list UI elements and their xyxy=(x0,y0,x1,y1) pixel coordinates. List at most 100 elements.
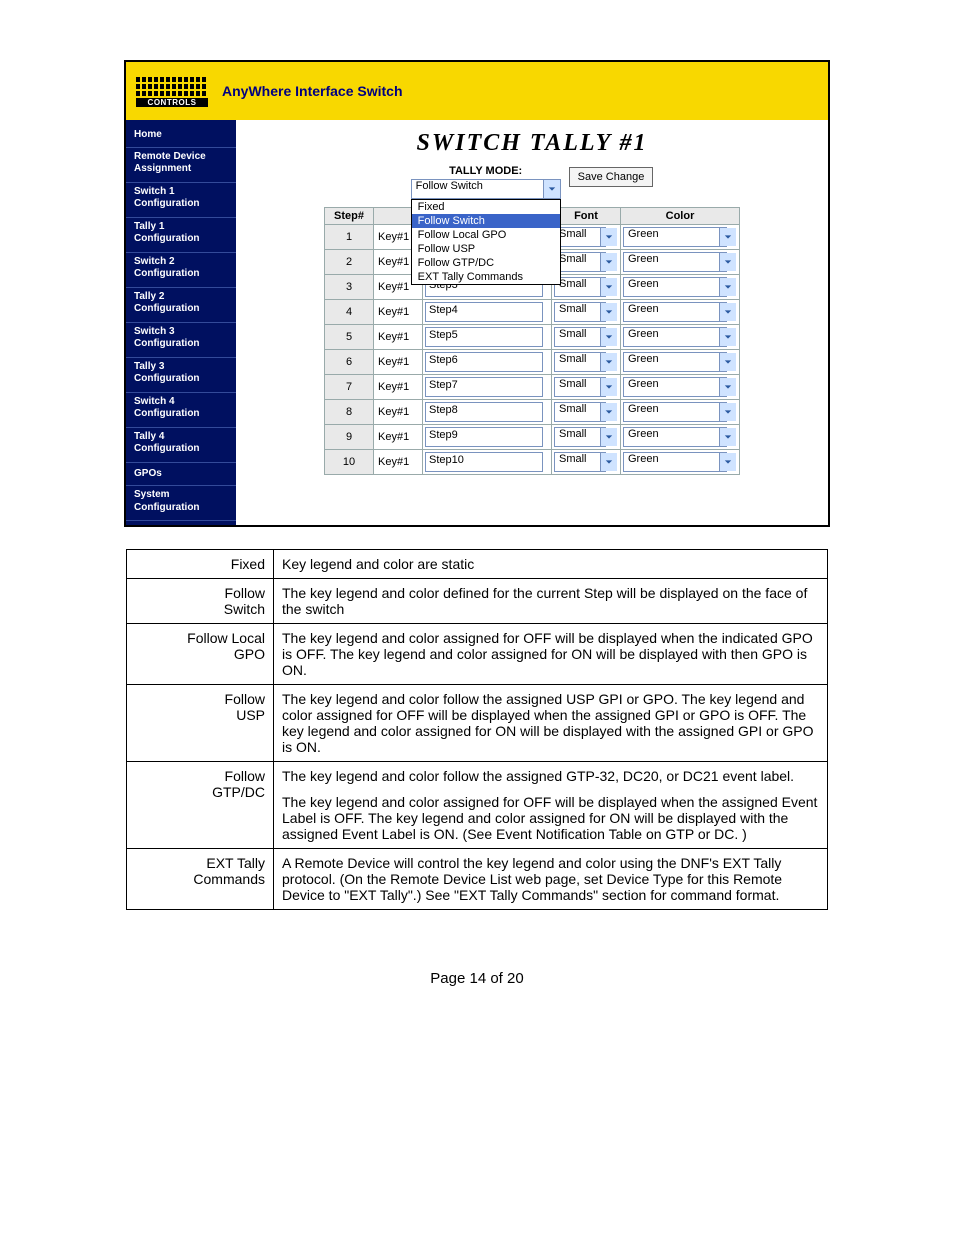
dropdown-option[interactable]: Follow GTP/DC xyxy=(412,256,560,270)
save-change-button[interactable]: Save Change xyxy=(569,167,654,187)
color-select[interactable]: Green xyxy=(623,302,737,322)
step-number: 1 xyxy=(325,225,374,250)
sidebar-item-gpos[interactable]: GPOs xyxy=(126,463,236,487)
table-row: 7Key#1Step7SmallGreen xyxy=(325,375,740,400)
chevron-down-icon[interactable] xyxy=(543,180,560,198)
color-select[interactable]: Green xyxy=(623,377,737,397)
chevron-down-icon[interactable] xyxy=(600,278,617,296)
chevron-down-icon[interactable] xyxy=(719,253,736,271)
tally-mode-label: TALLY MODE: xyxy=(449,165,522,177)
sidebar-item-system[interactable]: System Configuration xyxy=(126,486,236,521)
chevron-down-icon[interactable] xyxy=(719,453,736,471)
desc-row: Follow LocalGPOThe key legend and color … xyxy=(127,624,828,685)
dropdown-option[interactable]: EXT Tally Commands xyxy=(412,270,560,284)
desc-text: The key legend and color defined for the… xyxy=(274,579,828,624)
desc-text: A Remote Device will control the key leg… xyxy=(274,849,828,910)
dropdown-option[interactable]: Follow Switch xyxy=(412,214,560,228)
legend-input[interactable]: Step9 xyxy=(425,427,543,447)
key-label: Key#1 xyxy=(374,450,423,475)
chevron-down-icon[interactable] xyxy=(600,428,617,446)
mode-description-table: FixedKey legend and color are staticFoll… xyxy=(126,549,828,910)
sidebar-item-tally3[interactable]: Tally 3 Configuration xyxy=(126,358,236,393)
color-select[interactable]: Green xyxy=(623,352,737,372)
chevron-down-icon[interactable] xyxy=(600,453,617,471)
step-number: 2 xyxy=(325,250,374,275)
font-select[interactable]: Small xyxy=(554,327,618,347)
legend-input[interactable]: Step8 xyxy=(425,402,543,422)
chevron-down-icon[interactable] xyxy=(600,228,617,246)
chevron-down-icon[interactable] xyxy=(719,353,736,371)
desc-row: FixedKey legend and color are static xyxy=(127,550,828,579)
chevron-down-icon[interactable] xyxy=(719,278,736,296)
font-select[interactable]: Small xyxy=(554,252,618,272)
font-select[interactable]: Small xyxy=(554,377,618,397)
chevron-down-icon[interactable] xyxy=(600,378,617,396)
key-label: Key#1 xyxy=(374,325,423,350)
sidebar-item-tally4[interactable]: Tally 4 Configuration xyxy=(126,428,236,463)
step-number: 4 xyxy=(325,300,374,325)
desc-term: Follow LocalGPO xyxy=(127,624,274,685)
color-select[interactable]: Green xyxy=(623,402,737,422)
col-font: Font xyxy=(552,208,621,225)
color-select[interactable]: Green xyxy=(623,277,737,297)
chevron-down-icon[interactable] xyxy=(600,328,617,346)
sidebar: Home Remote Device Assignment Switch 1 C… xyxy=(126,120,236,525)
dropdown-option[interactable]: Follow USP xyxy=(412,242,560,256)
sidebar-item-home[interactable]: Home xyxy=(126,124,236,148)
sidebar-item-tally2[interactable]: Tally 2 Configuration xyxy=(126,288,236,323)
font-select[interactable]: Small xyxy=(554,427,618,447)
key-label: Key#1 xyxy=(374,400,423,425)
step-number: 7 xyxy=(325,375,374,400)
chevron-down-icon[interactable] xyxy=(600,253,617,271)
dropdown-option[interactable]: Follow Local GPO xyxy=(412,228,560,242)
chevron-down-icon[interactable] xyxy=(719,303,736,321)
desc-term: FollowSwitch xyxy=(127,579,274,624)
color-select[interactable]: Green xyxy=(623,252,737,272)
legend-input[interactable]: Step6 xyxy=(425,352,543,372)
legend-input[interactable]: Step10 xyxy=(425,452,543,472)
sidebar-item-switch4[interactable]: Switch 4 Configuration xyxy=(126,393,236,428)
legend-input[interactable]: Step5 xyxy=(425,327,543,347)
chevron-down-icon[interactable] xyxy=(600,353,617,371)
step-number: 9 xyxy=(325,425,374,450)
font-select[interactable]: Small xyxy=(554,452,618,472)
chevron-down-icon[interactable] xyxy=(719,228,736,246)
legend-input[interactable]: Step7 xyxy=(425,377,543,397)
tally-mode-select[interactable]: Follow Switch Fixed Follow Switch Follow… xyxy=(411,179,561,199)
color-select[interactable]: Green xyxy=(623,427,737,447)
chevron-down-icon[interactable] xyxy=(719,378,736,396)
font-select[interactable]: Small xyxy=(554,227,618,247)
sidebar-item-remote-device[interactable]: Remote Device Assignment xyxy=(126,148,236,183)
chevron-down-icon[interactable] xyxy=(719,403,736,421)
font-select[interactable]: Small xyxy=(554,402,618,422)
color-select[interactable]: Green xyxy=(623,227,737,247)
desc-term: EXT TallyCommands xyxy=(127,849,274,910)
logo: CONTROLS xyxy=(136,73,208,109)
table-row: 5Key#1Step5SmallGreen xyxy=(325,325,740,350)
color-select[interactable]: Green xyxy=(623,452,737,472)
font-select[interactable]: Small xyxy=(554,302,618,322)
chevron-down-icon[interactable] xyxy=(600,403,617,421)
desc-row: FollowGTP/DCThe key legend and color fol… xyxy=(127,762,828,849)
key-label: Key#1 xyxy=(374,350,423,375)
font-select[interactable]: Small xyxy=(554,352,618,372)
chevron-down-icon[interactable] xyxy=(600,303,617,321)
sidebar-item-switch3[interactable]: Switch 3 Configuration xyxy=(126,323,236,358)
color-select[interactable]: Green xyxy=(623,327,737,347)
sidebar-item-switch1[interactable]: Switch 1 Configuration xyxy=(126,183,236,218)
tally-mode-value: Follow Switch xyxy=(411,179,561,199)
tally-mode-dropdown[interactable]: Fixed Follow Switch Follow Local GPO Fol… xyxy=(411,199,561,285)
font-select[interactable]: Small xyxy=(554,277,618,297)
sidebar-item-tally1[interactable]: Tally 1 Configuration xyxy=(126,218,236,253)
dropdown-option[interactable]: Fixed xyxy=(412,200,560,214)
legend-input[interactable]: Step4 xyxy=(425,302,543,322)
chevron-down-icon[interactable] xyxy=(719,328,736,346)
table-row: 6Key#1Step6SmallGreen xyxy=(325,350,740,375)
sidebar-item-switch2[interactable]: Switch 2 Configuration xyxy=(126,253,236,288)
logo-caption: CONTROLS xyxy=(136,98,208,107)
table-row: 9Key#1Step9SmallGreen xyxy=(325,425,740,450)
desc-row: EXT TallyCommandsA Remote Device will co… xyxy=(127,849,828,910)
table-row: 8Key#1Step8SmallGreen xyxy=(325,400,740,425)
chevron-down-icon[interactable] xyxy=(719,428,736,446)
app-title: AnyWhere Interface Switch xyxy=(222,83,403,99)
